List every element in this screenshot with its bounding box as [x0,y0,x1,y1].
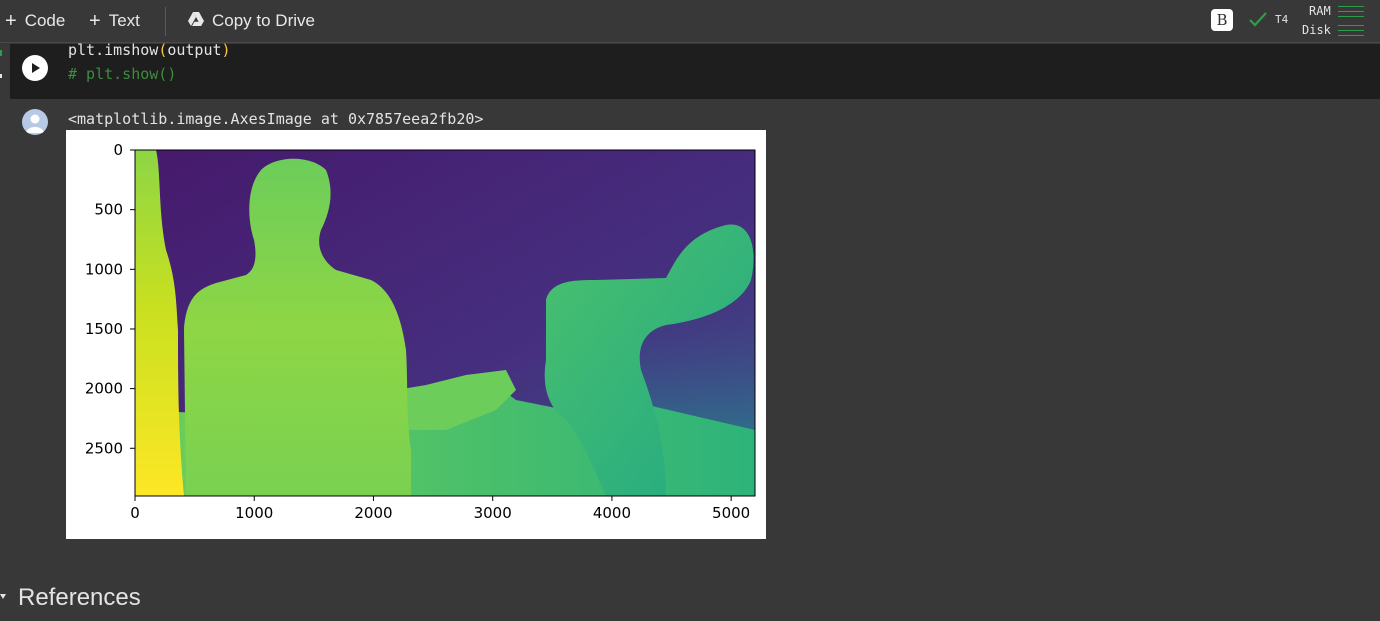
copy-to-drive-label: Copy to Drive [212,11,315,30]
disk-label: Disk [1302,23,1331,37]
run-cell-button[interactable] [22,55,48,81]
add-code-button[interactable]: + Code [5,0,65,42]
runtime-type-label[interactable]: T4 [1275,13,1288,26]
code-line-2[interactable]: # plt.show() [68,65,176,83]
x-tick-label: 1000 [235,504,273,522]
x-tick-label: 4000 [593,504,631,522]
connected-check-icon [1248,10,1268,33]
notebook-toolbar: + Code + Text Copy to Drive B T4 RAM Dis… [0,0,1380,43]
section-title: References [18,584,141,611]
output-text: <matplotlib.image.AxesImage at 0x7857eea… [68,110,484,128]
code-token: ) [221,41,231,59]
y-tick-label: 1500 [85,320,123,338]
y-tick-label: 0 [113,141,123,159]
depth-map-plot: 0 1000 2000 3000 4000 5000 0 500 1000 1500 2000 25… [66,130,766,539]
image-content [135,150,755,496]
account-badge[interactable]: B [1211,9,1233,31]
y-tick-label: 2000 [85,380,123,398]
play-icon [32,63,40,73]
references-section-header[interactable]: References [0,584,141,612]
add-text-label: Text [108,11,140,30]
x-axis: 0 1000 2000 3000 4000 5000 [130,496,750,522]
y-tick-label: 2500 [85,439,123,457]
add-code-label: Code [24,11,66,30]
toolbar-divider [165,7,166,36]
code-line-1[interactable]: plt.imshow(output) [68,41,231,59]
add-text-button[interactable]: + Text [89,0,140,42]
chevron-down-icon [0,589,8,607]
disk-usage-bar[interactable] [1338,25,1364,36]
google-drive-icon [188,11,204,31]
x-tick-label: 3000 [474,504,512,522]
ram-label: RAM [1309,4,1331,18]
plus-icon: + [89,9,101,32]
copy-to-drive-button[interactable]: Copy to Drive [188,0,315,42]
code-token: plt.imshow [68,41,159,59]
x-tick-label: 0 [130,504,140,522]
x-tick-label: 2000 [354,504,392,522]
code-token: ( [158,41,168,59]
x-tick-label: 5000 [712,504,750,522]
plus-icon: + [5,9,17,32]
y-tick-label: 500 [94,201,123,219]
y-axis: 0 500 1000 1500 2000 2500 [85,141,135,457]
code-token: output [167,41,222,59]
y-tick-label: 1000 [85,260,123,278]
output-avatar-icon[interactable] [22,109,48,135]
plot-svg: 0 1000 2000 3000 4000 5000 0 500 1000 1500 2000 25… [85,141,756,522]
cell-status-marker [0,50,2,78]
ram-usage-bar[interactable] [1338,6,1364,17]
